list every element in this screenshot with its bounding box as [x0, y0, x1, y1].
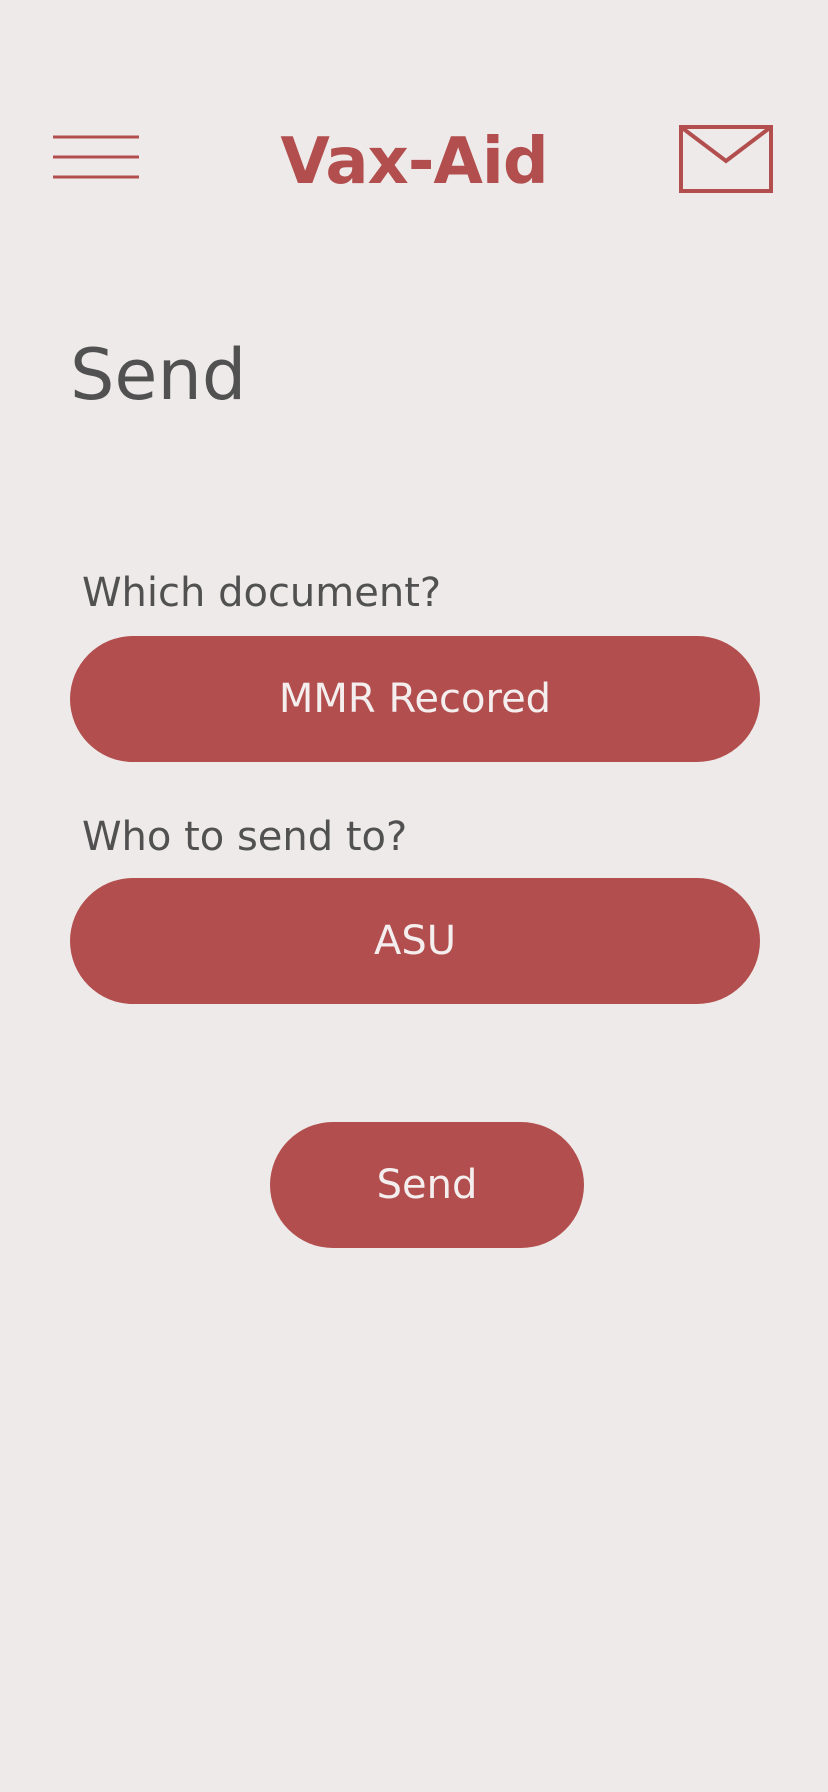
envelope-icon[interactable]: [679, 125, 773, 193]
send-button[interactable]: Send: [270, 1122, 584, 1248]
document-select-button[interactable]: MMR Recored: [70, 636, 760, 762]
recipient-select-button[interactable]: ASU: [70, 878, 760, 1004]
app-header: Vax-Aid: [0, 0, 828, 260]
recipient-label: Who to send to?: [82, 814, 408, 860]
document-label: Which document?: [82, 570, 442, 616]
page-title: Send: [70, 334, 247, 416]
